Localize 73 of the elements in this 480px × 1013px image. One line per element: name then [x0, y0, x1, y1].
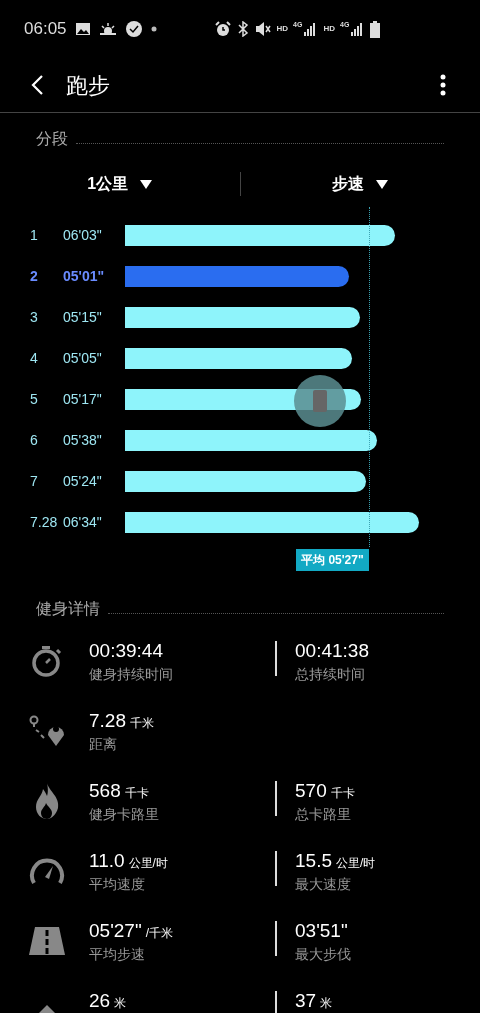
split-pace: 05'17" [63, 390, 103, 409]
split-distance: 7 [30, 472, 39, 491]
split-distance: 6 [30, 431, 39, 450]
dot-icon [150, 26, 157, 32]
section-title: 健身详情 [36, 599, 100, 619]
split-distance: 5 [30, 390, 39, 409]
stat-label: 平均步速 [89, 945, 146, 964]
route-pin-icon [28, 715, 65, 747]
dropdown-button[interactable]: 步速 [240, 172, 480, 196]
split-pace: 05'05" [63, 349, 103, 368]
page-title: 跑步 [66, 71, 111, 100]
flame-icon [33, 783, 60, 819]
battery-icon [370, 20, 381, 38]
stat-label: 总持续时间 [295, 665, 366, 684]
split-pace: 05'38" [63, 431, 103, 450]
road-icon [28, 927, 65, 955]
stat-value: 00:39:44 [89, 639, 163, 663]
stat-label: 健身持续时间 [89, 665, 174, 684]
stat-unit: 千卡 [124, 785, 149, 802]
dropdown-arrow-icon [140, 179, 153, 189]
stat-label: 健身卡路里 [89, 805, 160, 824]
split-distance: 7.28 [30, 513, 59, 532]
alarm-icon [214, 21, 231, 37]
stat-value: 7.28 [89, 709, 126, 733]
stat-unit: 米 [320, 995, 333, 1012]
stat-unit: 千卡 [330, 785, 355, 802]
stat-label: 最大步伐 [295, 945, 352, 964]
stat-value: 568 [89, 779, 121, 803]
average-tag: 平均 05'27" [296, 549, 369, 571]
dropdown-arrow-icon [376, 179, 389, 189]
signal-icon [350, 22, 365, 36]
speedometer-icon [28, 857, 65, 885]
bluetooth-icon [236, 21, 249, 37]
section-title: 分段 [36, 129, 68, 149]
stat-unit: 米 [114, 995, 127, 1012]
back-icon [30, 74, 44, 96]
stat-value: 37 [295, 989, 317, 1013]
check-badge-icon [124, 20, 143, 38]
stat-value: 05'27" [89, 919, 142, 943]
stat-value: 15.5 [295, 849, 332, 873]
split-pace: 06'03" [63, 226, 103, 245]
dropdown-button[interactable]: 1公里 [0, 172, 240, 196]
floating-button-icon [294, 375, 346, 427]
stat-unit: 公里/时 [128, 855, 168, 872]
sunrise-icon [98, 22, 117, 36]
split-distance: 1 [30, 226, 39, 245]
stat-value: 00:41:38 [295, 639, 369, 663]
split-pace: 06'34" [63, 513, 103, 532]
signal-icon [303, 22, 318, 36]
stat-unit: 千米 [130, 715, 154, 732]
status-time: 06:05 [24, 18, 67, 41]
split-distance: 3 [30, 308, 39, 327]
split-pace: 05'24" [63, 472, 103, 491]
split-pace: 05'01" [63, 267, 106, 286]
picture-icon [74, 22, 91, 36]
stat-label: 平均速度 [89, 875, 146, 894]
split-distance: 4 [30, 349, 39, 368]
split-distance: 2 [30, 267, 39, 286]
stat-value: 11.0 [89, 849, 125, 873]
stat-unit: /千米 [145, 925, 173, 942]
stat-unit: 公里/时 [336, 855, 376, 872]
more-menu-icon [440, 74, 446, 96]
stat-value: 570 [295, 779, 327, 803]
stopwatch-icon [30, 645, 63, 677]
stat-value: 03'51" [295, 919, 348, 943]
hd-label: HD [323, 23, 335, 35]
hd-label: HD [276, 23, 289, 35]
mute-icon [254, 21, 271, 37]
stat-value: 26 [89, 989, 111, 1013]
stat-label: 距离 [89, 735, 118, 754]
split-pace: 05'15" [63, 308, 103, 327]
stat-label: 最大速度 [295, 875, 352, 894]
stat-label: 总卡路里 [295, 805, 352, 824]
